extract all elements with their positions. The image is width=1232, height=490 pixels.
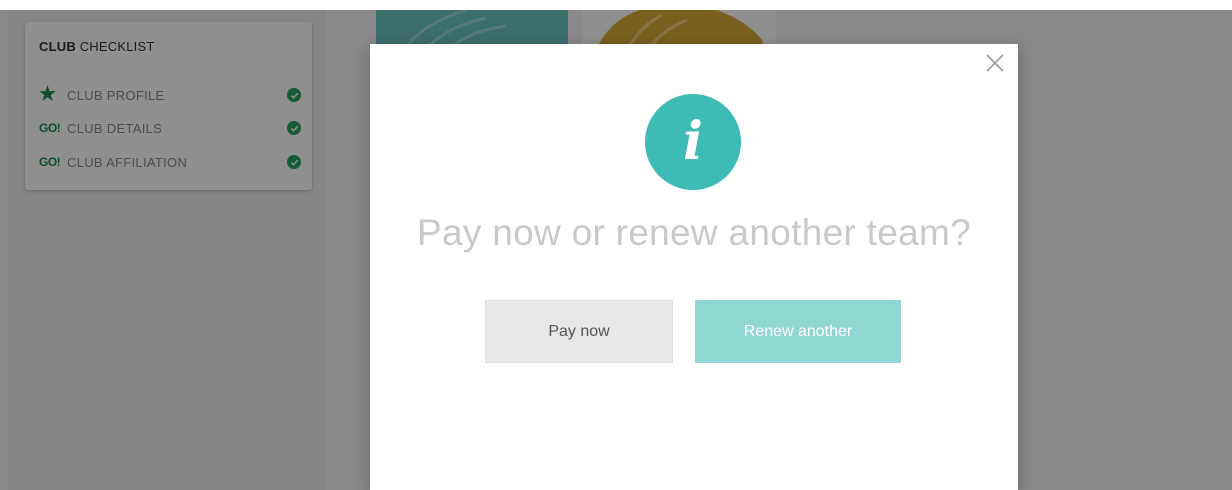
- renew-another-button[interactable]: Renew another: [695, 300, 901, 363]
- top-bar: [0, 0, 1232, 10]
- dialog-title: Pay now or renew another team?: [416, 212, 972, 253]
- confirm-dialog: i Pay now or renew another team? Pay now…: [370, 44, 1018, 490]
- page: CLUB CHECKLIST ★ CLUB PROFILE GO! CLUB D…: [0, 0, 1232, 490]
- close-icon[interactable]: [984, 52, 1006, 74]
- info-icon-glyph: i: [683, 111, 703, 172]
- info-icon: i: [645, 94, 741, 190]
- pay-now-button[interactable]: Pay now: [485, 300, 673, 363]
